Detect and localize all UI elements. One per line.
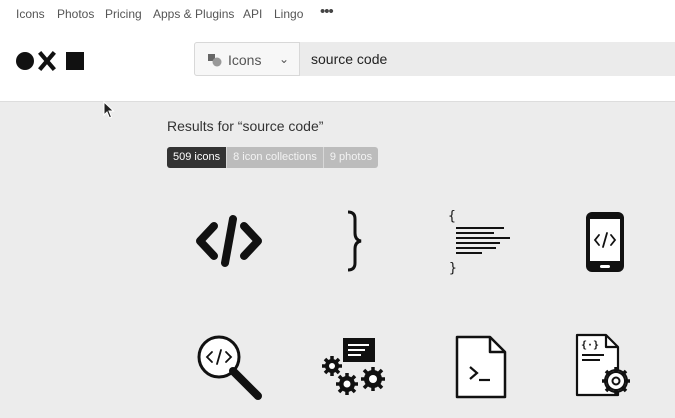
search-type-label: Icons [228, 52, 262, 68]
result-tile[interactable] [321, 336, 389, 398]
site-header: Icons ⌄ [0, 28, 675, 102]
nav-lingo-link[interactable]: Lingo [274, 7, 303, 21]
result-tile[interactable] [340, 209, 370, 273]
svg-text:{: { [448, 209, 456, 224]
svg-text:{·}: {·} [581, 340, 599, 351]
chevron-down-icon: ⌄ [279, 52, 290, 66]
search-input[interactable] [300, 42, 675, 76]
gears-code-icon [322, 338, 385, 395]
nav-icons-link[interactable]: Icons [16, 7, 45, 21]
magnifier-code-icon [197, 335, 262, 400]
nav-api-link[interactable]: API [243, 7, 262, 21]
top-nav: Icons Photos Pricing Apps & Plugins API … [0, 0, 675, 28]
terminal-file-icon [455, 335, 507, 399]
results-tabs: 509 icons 8 icon collections 9 photos [167, 147, 379, 168]
result-tile[interactable] [194, 332, 264, 402]
code-document-lines-icon: { } [448, 209, 510, 276]
result-tile[interactable]: {·} [574, 333, 636, 399]
code-file-gear-icon: {·} [575, 333, 630, 397]
noun-project-logo[interactable] [16, 51, 86, 71]
search-bar: Icons ⌄ [194, 42, 675, 76]
result-tile[interactable]: { } [446, 208, 514, 276]
result-tile[interactable] [193, 212, 265, 270]
nav-pricing-link[interactable]: Pricing [105, 7, 142, 21]
nav-photos-link[interactable]: Photos [57, 7, 94, 21]
tab-icons[interactable]: 509 icons [167, 147, 228, 168]
mouse-cursor-icon [103, 101, 115, 119]
ellipsis-icon[interactable]: ••• [320, 3, 334, 20]
curly-bracket-icon [347, 210, 362, 272]
result-tile[interactable] [584, 210, 626, 274]
tab-photos[interactable]: 9 photos [323, 147, 379, 168]
tab-icon-collections[interactable]: 8 icon collections [227, 147, 324, 168]
nav-apps-plugins-link[interactable]: Apps & Plugins [153, 7, 234, 21]
code-tags-icon [196, 215, 262, 267]
search-type-dropdown[interactable]: Icons ⌄ [194, 42, 300, 76]
icons-type-icon [208, 54, 222, 67]
result-tile[interactable] [454, 335, 508, 399]
mobile-code-icon [586, 212, 624, 272]
svg-text:}: } [449, 261, 457, 276]
results-title: Results for “source code” [167, 118, 324, 134]
